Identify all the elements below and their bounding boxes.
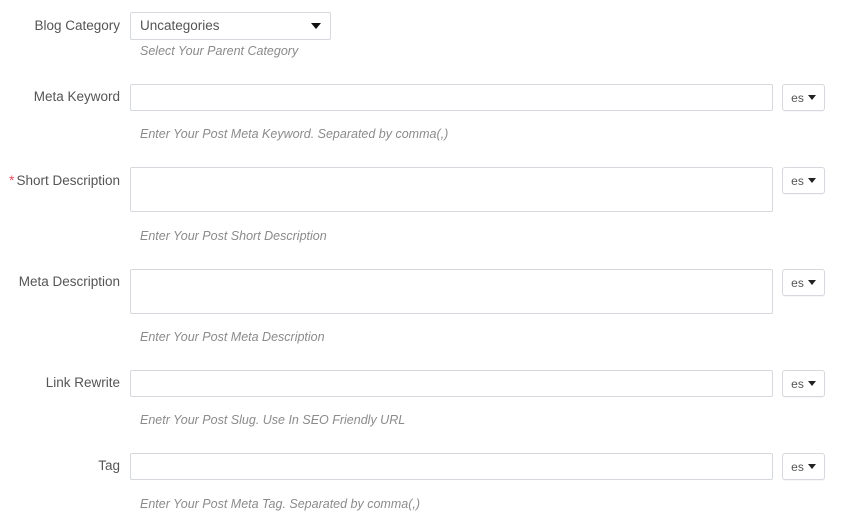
field-meta-keyword: es <box>130 84 853 111</box>
label-meta-keyword: Meta Keyword <box>0 84 130 105</box>
field-short-description: es <box>130 167 853 212</box>
helper-short-description: Enter Your Post Short Description <box>140 229 327 243</box>
field-link-rewrite: es <box>130 370 853 397</box>
language-code-label: es <box>791 275 804 290</box>
tag-input[interactable] <box>130 453 773 480</box>
helper-meta-keyword: Enter Your Post Meta Keyword. Separated … <box>140 127 449 141</box>
language-selector-meta-description[interactable]: es <box>782 269 825 296</box>
control-line-short-description: es <box>130 167 853 212</box>
meta-keyword-input[interactable] <box>130 84 773 111</box>
form-row-blog-category: Blog Category Uncategories <box>0 12 853 40</box>
label-blog-category-text: Blog Category <box>34 18 120 33</box>
helper-meta-description: Enter Your Post Meta Description <box>140 330 325 344</box>
field-meta-description: es <box>130 269 853 314</box>
label-link-rewrite-text: Link Rewrite <box>45 375 120 390</box>
language-selector-link-rewrite[interactable]: es <box>782 370 825 397</box>
language-code-label: es <box>791 173 804 188</box>
field-tag: es <box>130 453 853 480</box>
label-tag-text: Tag <box>98 458 120 473</box>
blog-category-select-wrap[interactable]: Uncategories <box>130 12 331 40</box>
label-meta-description: Meta Description <box>0 269 130 290</box>
form-row-link-rewrite: Link Rewrite es <box>0 370 853 397</box>
control-line-meta-keyword: es <box>130 84 853 111</box>
language-code-label: es <box>791 90 804 105</box>
label-tag: Tag <box>0 453 130 474</box>
chevron-down-icon <box>807 280 816 285</box>
meta-description-textarea[interactable] <box>130 269 773 314</box>
label-meta-keyword-text: Meta Keyword <box>33 89 120 104</box>
control-line-blog-category: Uncategories <box>130 12 853 40</box>
label-link-rewrite: Link Rewrite <box>0 370 130 391</box>
control-line-meta-description: es <box>130 269 853 314</box>
label-short-description: * Short Description <box>0 167 130 189</box>
language-selector-tag[interactable]: es <box>782 453 825 480</box>
short-description-textarea[interactable] <box>130 167 773 212</box>
form-row-meta-description: Meta Description es <box>0 269 853 314</box>
form-row-meta-keyword: Meta Keyword es <box>0 84 853 111</box>
helper-blog-category: Select Your Parent Category <box>140 44 299 58</box>
label-short-description-text: Short Description <box>16 173 120 188</box>
link-rewrite-input[interactable] <box>130 370 773 397</box>
required-asterisk: * <box>9 172 15 188</box>
form-row-short-description: * Short Description es <box>0 167 853 212</box>
chevron-down-icon <box>807 464 816 469</box>
label-blog-category: Blog Category <box>0 12 130 34</box>
helper-link-rewrite: Enetr Your Post Slug. Use In SEO Friendl… <box>140 413 406 427</box>
control-line-link-rewrite: es <box>130 370 853 397</box>
helper-tag: Enter Your Post Meta Tag. Separated by c… <box>140 497 421 511</box>
chevron-down-icon <box>807 178 816 183</box>
label-meta-description-text: Meta Description <box>18 274 120 289</box>
field-blog-category: Uncategories <box>130 12 853 40</box>
language-selector-meta-keyword[interactable]: es <box>782 84 825 111</box>
chevron-down-icon <box>807 95 816 100</box>
language-code-label: es <box>791 459 804 474</box>
blog-category-select[interactable]: Uncategories <box>130 12 331 40</box>
form-row-tag: Tag es <box>0 453 853 480</box>
language-selector-short-description[interactable]: es <box>782 167 825 194</box>
language-code-label: es <box>791 376 804 391</box>
chevron-down-icon <box>807 381 816 386</box>
control-line-tag: es <box>130 453 853 480</box>
